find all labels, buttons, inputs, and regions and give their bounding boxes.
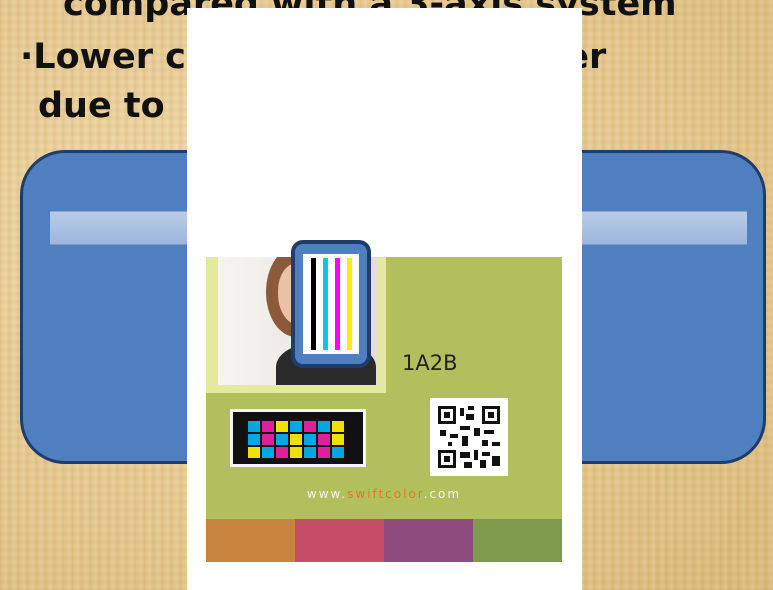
swatch-cell xyxy=(304,434,316,445)
ink-cartridge-slot xyxy=(303,254,359,354)
color-swatch-chart xyxy=(230,409,366,467)
swatch-cell xyxy=(332,434,344,445)
swatch-cell xyxy=(304,421,316,432)
swatch-cell xyxy=(318,447,330,458)
color-band xyxy=(473,519,562,562)
color-band xyxy=(384,519,474,562)
swatch-cell xyxy=(290,434,302,445)
swatch-cell xyxy=(290,447,302,458)
swatch-cell xyxy=(248,421,260,432)
swatch-cell xyxy=(262,447,274,458)
url-brand: swiftcolor xyxy=(347,487,424,501)
printed-id-card: 1A2B www.swiftcolor.com xyxy=(206,257,562,562)
ink-line xyxy=(347,258,352,350)
swatch-cell xyxy=(276,447,288,458)
swatch-cell xyxy=(262,434,274,445)
qr-code-icon xyxy=(438,406,500,468)
swatch-cell xyxy=(318,421,330,432)
qr-code xyxy=(430,398,508,476)
color-swatch-grid xyxy=(248,421,344,458)
swatch-cell xyxy=(290,421,302,432)
url-prefix: www. xyxy=(306,487,348,501)
swatch-cell xyxy=(248,434,260,445)
ink-line xyxy=(323,258,328,350)
color-band xyxy=(206,519,296,562)
swatch-cell xyxy=(318,434,330,445)
color-band xyxy=(295,519,385,562)
id-code: 1A2B xyxy=(402,351,458,375)
swatch-cell xyxy=(262,421,274,432)
swatch-cell xyxy=(332,421,344,432)
swatch-cell xyxy=(304,447,316,458)
swatch-cell xyxy=(276,421,288,432)
ink-line xyxy=(311,258,316,350)
text-line-3: due to xyxy=(38,86,165,126)
swatch-cell xyxy=(248,447,260,458)
ink-line xyxy=(335,258,340,350)
card-url: www.swiftcolor.com xyxy=(206,487,562,501)
url-suffix: .com xyxy=(423,487,462,501)
print-head xyxy=(291,240,371,368)
swatch-cell xyxy=(332,447,344,458)
swatch-cell xyxy=(276,434,288,445)
